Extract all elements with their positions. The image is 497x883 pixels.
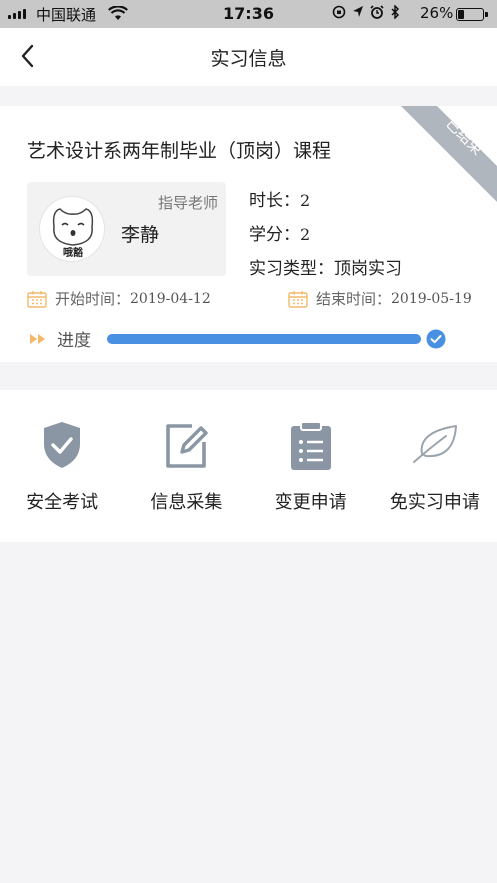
course-title: 艺术设计系两年制毕业（顶岗）课程: [27, 140, 332, 162]
progress-row: 进度: [29, 326, 446, 351]
page-title: 实习信息: [210, 48, 287, 70]
shield-check-icon: [44, 422, 81, 468]
nav-bar: 实习信息: [0, 28, 497, 86]
duration-label: 时长：: [249, 191, 300, 211]
teacher-role-label: 指导老师: [157, 194, 218, 212]
type-line: 实习类型：顶岗实习: [249, 254, 402, 279]
calendar-icon: [288, 290, 308, 308]
progress-label: 进度: [57, 331, 91, 351]
leaf-icon: [412, 425, 457, 463]
cat-avatar-icon: 哦豁: [52, 208, 94, 259]
duration-value: 2: [300, 191, 311, 210]
credit-label: 学分：: [249, 225, 300, 245]
action-label: 变更申请: [274, 492, 347, 513]
fast-forward-icon: [30, 333, 45, 344]
status-badge: 已结束: [401, 106, 497, 202]
action-label: 免实习申请: [389, 492, 480, 513]
alarm-icon: [370, 5, 384, 19]
end-date: 结束时间： 2019-05-19: [288, 288, 472, 309]
end-label: 结束时间：: [316, 290, 392, 308]
start-date: 开始时间： 2019-04-12: [27, 288, 211, 309]
progress-bar: [107, 334, 421, 344]
info-collection-button[interactable]: 信息采集: [124, 390, 248, 542]
calendar-icon: [27, 290, 47, 308]
teacher-name: 李静: [121, 224, 160, 246]
bluetooth-icon: [391, 5, 400, 19]
exemption-request-button[interactable]: 免实习申请: [373, 390, 497, 542]
edit-icon: [166, 424, 209, 468]
avatar-caption: 哦豁: [63, 246, 84, 259]
clipboard-icon: [290, 421, 331, 470]
type-label: 实习类型：: [249, 259, 334, 279]
end-value: 2019-05-19: [391, 290, 472, 307]
safety-exam-button[interactable]: 安全考试: [0, 390, 124, 542]
battery-percentage: 26%: [420, 4, 454, 22]
status-bar: 中国联通 17:36 26%: [0, 0, 497, 28]
credit-value: 2: [300, 225, 311, 244]
location-icon: [353, 6, 363, 17]
battery-icon: [456, 8, 488, 21]
internship-card[interactable]: 已结束 艺术设计系两年制毕业（顶岗）课程 哦豁 指导老师 李静 时长：2 学分：…: [0, 106, 497, 362]
progress-fill: [107, 334, 421, 344]
start-value: 2019-04-12: [130, 290, 211, 307]
start-label: 开始时间：: [55, 290, 131, 308]
credit-line: 学分：2: [249, 220, 310, 245]
action-label: 安全考试: [26, 492, 99, 513]
duration-line: 时长：2: [249, 186, 310, 211]
type-value: 顶岗实习: [334, 259, 402, 279]
check-circle-icon: [426, 329, 446, 349]
action-grid: 安全考试 信息采集 变更申请 免实习申请: [0, 390, 497, 542]
orientation-lock-icon: [332, 5, 346, 19]
action-label: 信息采集: [150, 492, 223, 513]
teacher-avatar: 哦豁: [39, 196, 105, 262]
teacher-card[interactable]: 哦豁 指导老师 李静: [27, 182, 226, 276]
change-request-button[interactable]: 变更申请: [249, 390, 373, 542]
